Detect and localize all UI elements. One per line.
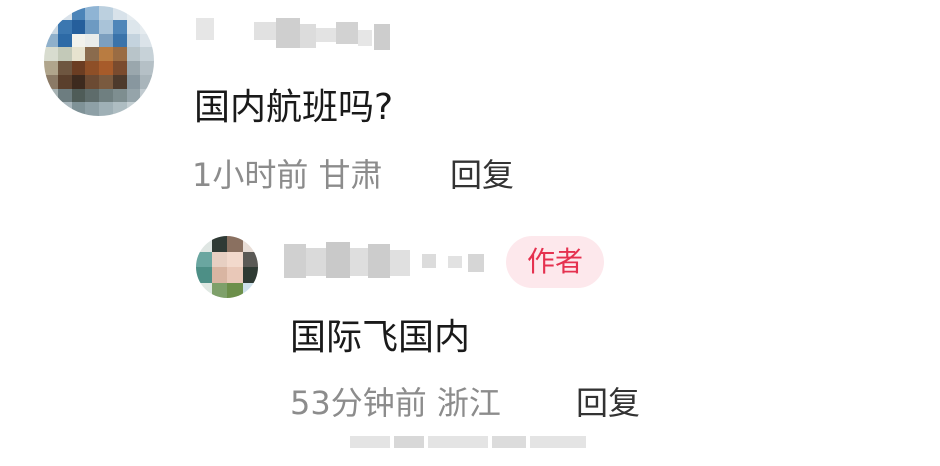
author-username-blurred[interactable] <box>284 240 494 280</box>
reply-meta: 53分钟前 浙江 <box>290 378 501 424</box>
author-badge: 作者 <box>506 236 604 288</box>
reply-reply-button[interactable]: 回复 <box>576 378 640 424</box>
commenter-username-blurred[interactable] <box>196 14 396 54</box>
comment-reply-button[interactable]: 回复 <box>450 150 514 196</box>
reply-time: 53分钟前 <box>290 384 427 422</box>
comment-time: 1小时前 <box>192 156 309 194</box>
reply-location: 浙江 <box>436 384 501 422</box>
comment-meta: 1小时前 甘肃 <box>192 150 383 196</box>
comment-text: 国内航班吗? <box>194 87 394 128</box>
author-avatar[interactable] <box>196 236 258 298</box>
comment-location: 甘肃 <box>318 156 383 194</box>
commenter-avatar[interactable] <box>44 6 154 116</box>
reply-text: 国际飞国内 <box>290 317 471 358</box>
more-replies-blurred[interactable] <box>350 432 590 450</box>
